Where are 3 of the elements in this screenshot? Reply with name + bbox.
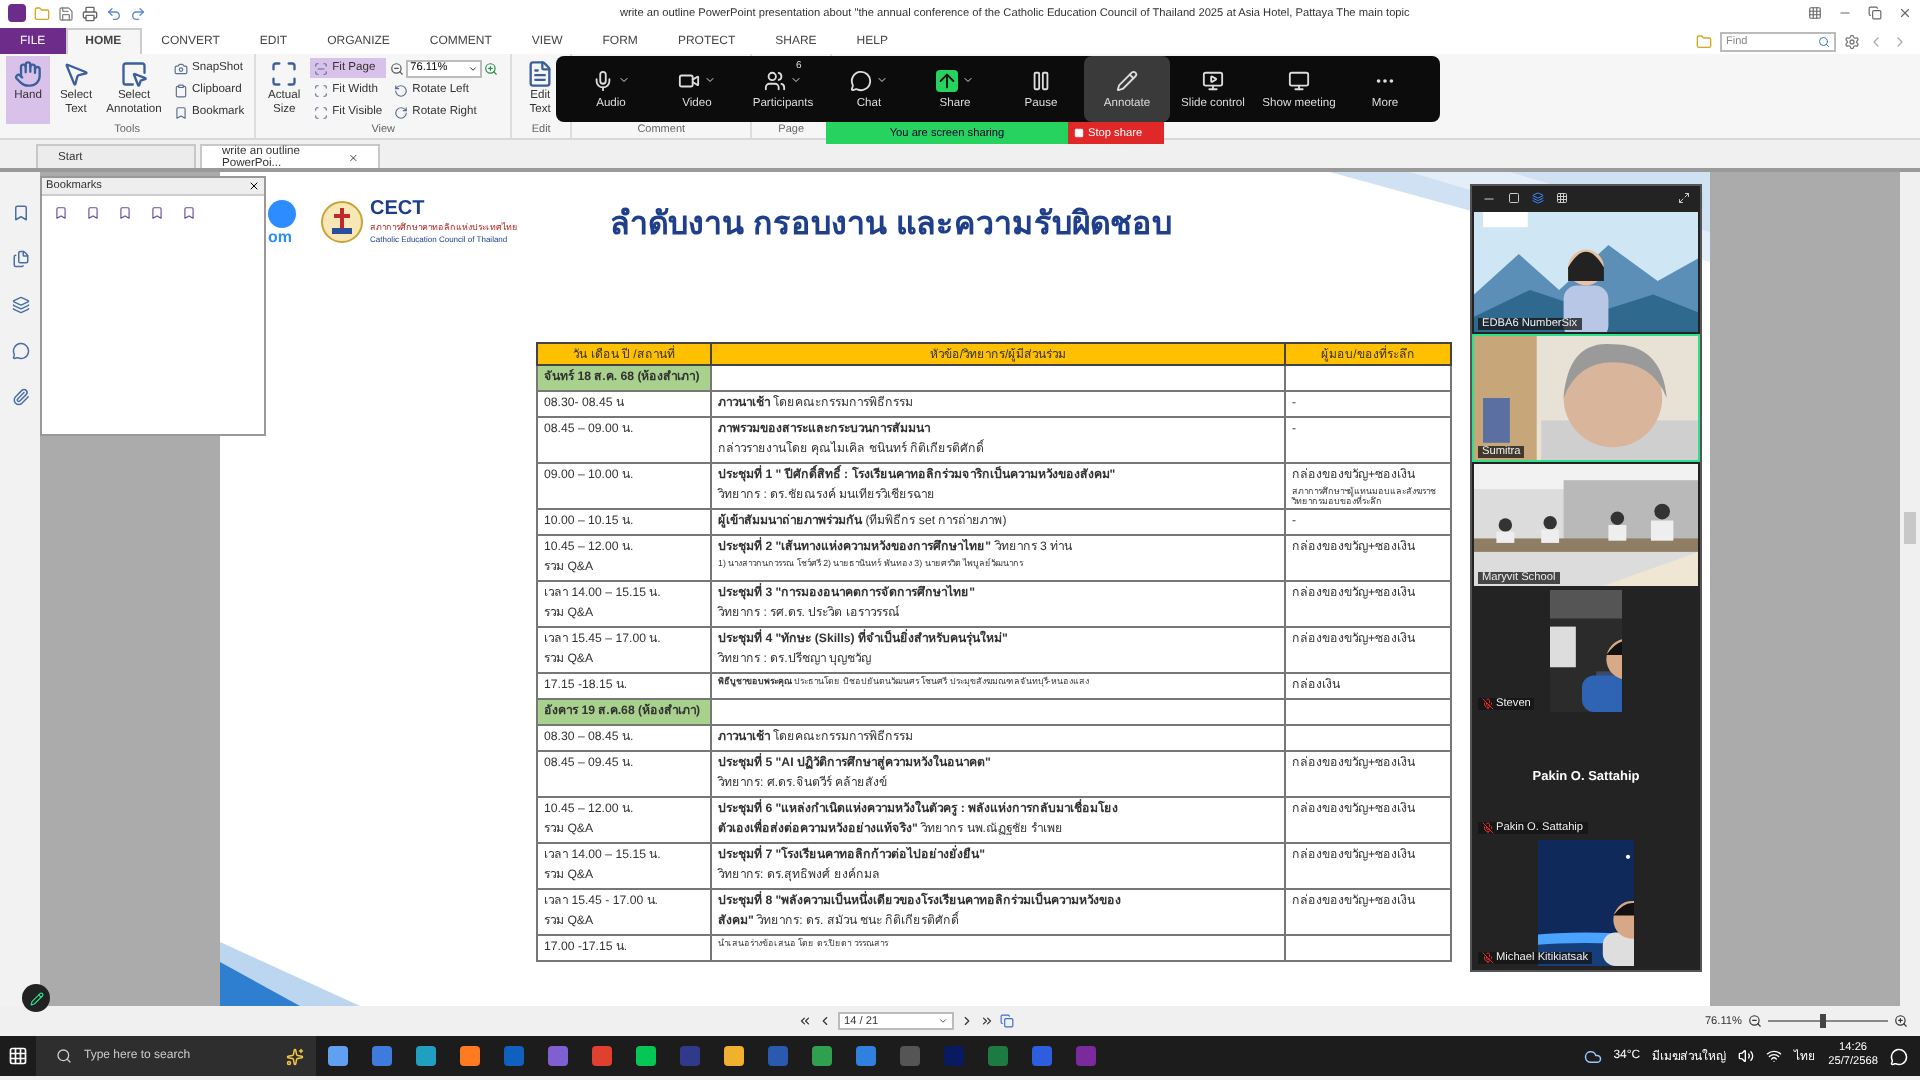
slide-title: ลำดับงาน กรอบงาน และความรับผิดชอบ	[610, 205, 1172, 245]
organization-acronym: CECT	[370, 200, 427, 220]
logo-text: om	[268, 227, 292, 245]
